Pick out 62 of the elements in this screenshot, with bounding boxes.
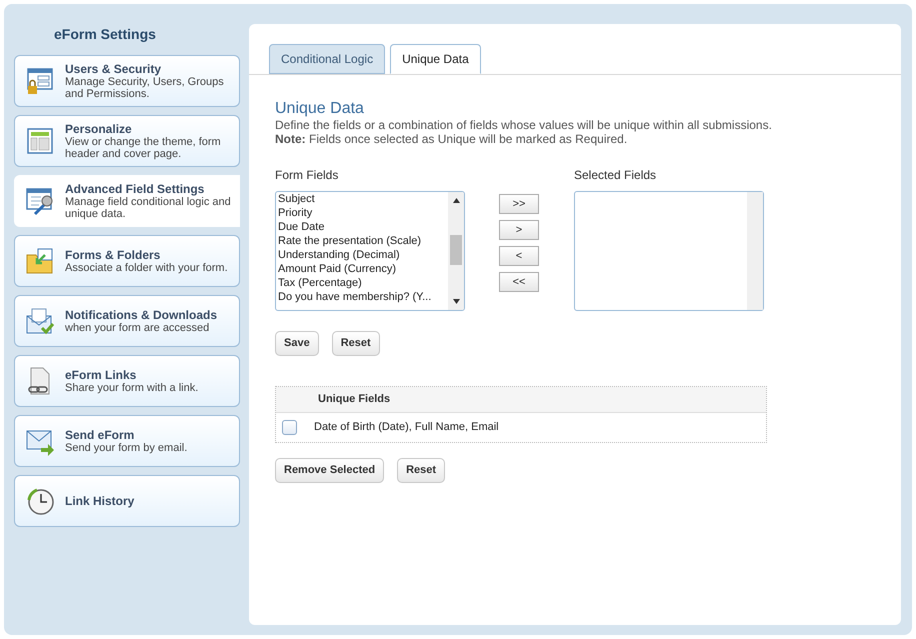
sidebar-item[interactable]: Send eForm Send your form by email.: [14, 415, 240, 467]
envelope-check-icon: [25, 306, 55, 336]
item-title: Personalize: [65, 122, 133, 136]
sidebar-title: eForm Settings: [54, 25, 157, 44]
list-option[interactable]: Priority: [278, 206, 448, 220]
sidebar-item[interactable]: Notifications & Downloads when your form are accessed: [14, 295, 240, 347]
list-option[interactable]: Amount Paid (Currency): [278, 262, 448, 276]
move-button[interactable]: >>: [499, 194, 539, 214]
form-button[interactable]: Save: [275, 331, 319, 356]
item-description: when your form are accessed: [65, 322, 210, 334]
sidebar-item[interactable]: Link History: [14, 475, 240, 527]
move-button[interactable]: <: [499, 246, 539, 266]
item-description: View or change the theme, form header and cover page.: [65, 136, 222, 160]
move-button[interactable]: <<: [499, 272, 539, 292]
sidebar-item[interactable]: eForm Links Share your form with a link.: [14, 355, 240, 407]
item-title: eForm Links: [65, 368, 138, 382]
list-option[interactable]: Due Date: [278, 220, 448, 234]
tab[interactable]: Unique Data: [390, 44, 481, 74]
move-button[interactable]: >: [499, 220, 539, 240]
list-option[interactable]: Subject: [278, 192, 448, 206]
scrollbar-thumb[interactable]: [450, 235, 462, 265]
table-button[interactable]: Remove Selected: [275, 458, 384, 483]
scroll-down-icon[interactable]: [452, 299, 460, 304]
item-description: Associate a folder with your form.: [65, 262, 229, 274]
item-title: Send eForm: [65, 428, 136, 442]
description-text: Define the fields or a combination of fields whose values will be unique within all submissions.: [275, 118, 773, 132]
item-description: Share your form with a link.: [65, 382, 200, 394]
sidebar-item[interactable]: Users & Security Manage Security, Users, Groups and Permissions.: [14, 55, 240, 107]
form-fields-label: Form Fields: [275, 167, 340, 184]
list-option[interactable]: Understanding (Decimal): [278, 248, 448, 262]
sidebar-item[interactable]: Advanced Field Settings Manage field conditional logic and unique data.: [14, 175, 240, 227]
form-button[interactable]: Reset: [332, 331, 380, 356]
folder-icon: [25, 246, 55, 276]
item-title: Notifications & Downloads: [65, 308, 218, 322]
item-title: Advanced Field Settings: [65, 182, 206, 196]
selected-fields-label: Selected Fields: [574, 167, 658, 184]
tab[interactable]: Conditional Logic: [269, 44, 386, 74]
note-text: Note: Fields once selected as Unique will be marked as Required.: [275, 132, 628, 146]
table-button[interactable]: Reset: [397, 458, 446, 483]
row-checkbox[interactable]: [282, 420, 297, 435]
sidebar-item[interactable]: Personalize View or change the theme, form header and cover page.: [14, 115, 240, 167]
table-cell-text: Date of Birth (Date), Full Name, Email: [314, 420, 499, 436]
form-fields-list[interactable]: Subject Priority Due Date Rate the presentation (Scale) Understanding (Decimal) Amount Paid (Currency) Tax (Percentage) Do you have membership? (Y...: [275, 191, 465, 311]
sidebar-item[interactable]: Forms & Folders Associate a folder with your form.: [14, 235, 240, 287]
item-title: Users & Security: [65, 62, 162, 76]
item-description: Manage field conditional logic and unique data.: [65, 196, 232, 220]
scrollbar[interactable]: [448, 192, 464, 310]
list-option[interactable]: Rate the presentation (Scale): [278, 234, 448, 248]
form-lock-icon: [25, 66, 55, 96]
selected-fields-list[interactable]: [574, 191, 764, 311]
list-option[interactable]: Do you have membership? (Y...: [278, 290, 448, 304]
scrollbar[interactable]: [747, 192, 763, 310]
item-description: Send your form by email.: [65, 442, 188, 454]
list-option[interactable]: Tax (Percentage): [278, 276, 448, 290]
item-description: Manage Security, Users, Groups and Permissions.: [65, 76, 225, 100]
item-title: Link History: [65, 494, 134, 508]
item-title: Forms & Folders: [65, 248, 162, 262]
scroll-up-icon[interactable]: [452, 198, 460, 203]
column-heading: Unique Fields: [318, 392, 390, 408]
clock-icon: [25, 486, 55, 516]
layout-icon: [25, 126, 55, 156]
section-heading: Unique Data: [275, 100, 365, 118]
